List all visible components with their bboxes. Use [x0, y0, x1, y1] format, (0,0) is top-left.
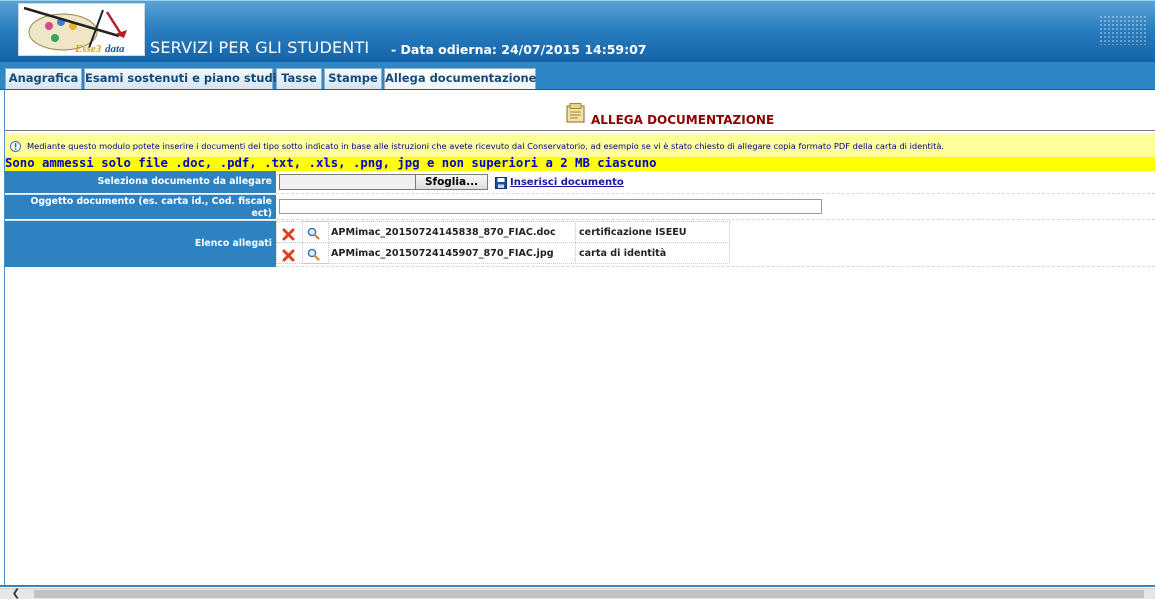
current-date: - Data odierna: 24/07/2015 14:59:07: [391, 42, 647, 57]
info-text: Mediante questo modulo potete inserire i…: [27, 141, 945, 151]
tab-anagrafica[interactable]: Anagrafica: [5, 68, 82, 89]
info-icon: [10, 137, 21, 152]
app-logo: Esse3 data: [18, 3, 145, 56]
logo-art: Esse3 data: [23, 6, 127, 55]
attachment-description: carta di identità: [579, 248, 667, 259]
file-path-field[interactable]: [279, 174, 416, 190]
browse-button[interactable]: Sfoglia...: [415, 174, 488, 190]
attachment-filename[interactable]: APMimac_20150724145838_870_FIAC.doc: [331, 227, 556, 238]
scrollbar-thumb[interactable]: [34, 590, 1144, 598]
title-divider: [5, 130, 1155, 131]
tab-esami-sostenuti[interactable]: Esami sostenuti e piano studi: [84, 68, 277, 89]
tab-stampe[interactable]: Stampe: [324, 68, 382, 89]
chevron-left-icon[interactable]: ❮: [5, 588, 27, 599]
logo-text: Esse3: [74, 43, 102, 55]
attachment-filename[interactable]: APMimac_20150724145907_870_FIAC.jpg: [331, 248, 554, 259]
row-divider: [276, 219, 1155, 220]
svg-text:data: data: [105, 43, 125, 55]
delete-icon[interactable]: [282, 247, 295, 262]
insert-document-link[interactable]: Inserisci documento: [510, 177, 624, 188]
attachments-label-cell: Elenco allegati: [5, 220, 276, 267]
app-title: SERVIZI PER GLI STUDENTI: [150, 38, 370, 57]
tab-allega-documentazione[interactable]: Allega documentazione: [384, 68, 536, 89]
delete-icon[interactable]: [282, 226, 295, 241]
select-document-label: Seleziona documento da allegare: [97, 176, 272, 187]
section-title: ALLEGA DOCUMENTAZIONE: [591, 113, 775, 127]
note-icon: [566, 103, 585, 123]
subject-label-cell: Oggetto documento (es. carta id., Cod. f…: [5, 194, 276, 219]
save-disk-icon[interactable]: [495, 174, 507, 189]
file-restrictions-warning: Sono ammessi solo file .doc, .pdf, .txt,…: [5, 156, 657, 170]
bottom-border: [0, 585, 1155, 587]
attachments-label: Elenco allegati: [194, 238, 272, 249]
magnifier-icon[interactable]: [307, 225, 320, 240]
subject-input[interactable]: [279, 199, 822, 214]
attachment-description: certificazione ISEEU: [579, 227, 687, 238]
subject-label: Oggetto documento (es. carta id., Cod. f…: [30, 196, 272, 219]
row-divider: [276, 266, 1155, 267]
magnifier-icon[interactable]: [307, 246, 320, 261]
tab-tasse[interactable]: Tasse: [276, 68, 322, 89]
select-document-label-cell: Seleziona documento da allegare: [5, 171, 276, 193]
header-pattern: [1099, 15, 1147, 45]
row-divider: [276, 193, 1155, 194]
